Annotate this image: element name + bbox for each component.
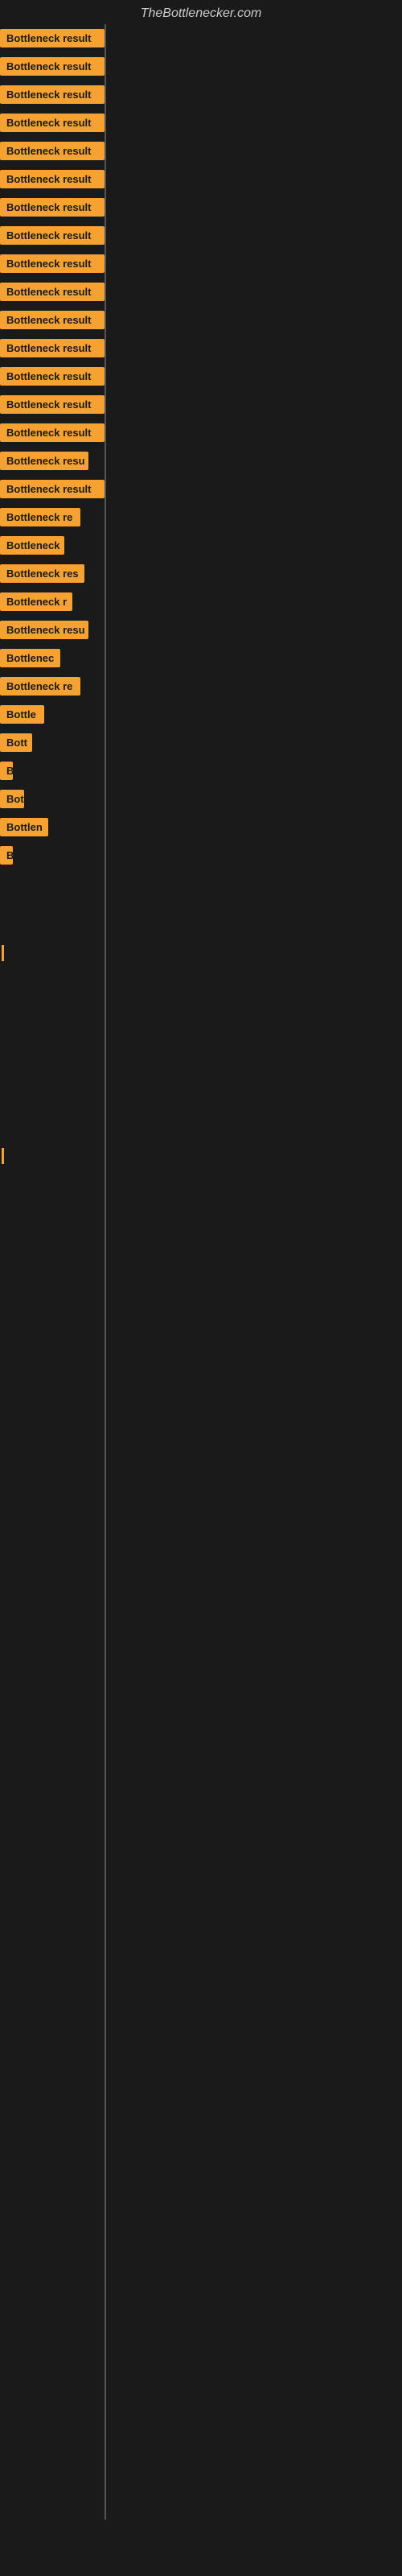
bottleneck-result-label: Bottleneck result (0, 170, 105, 188)
list-item: Bott (0, 729, 402, 757)
bottleneck-result-label: Bottleneck result (0, 29, 105, 47)
list-item: Bot (0, 785, 402, 813)
list-item: Bottleneck re (0, 672, 402, 700)
bottleneck-result-label: Bottleneck result (0, 226, 105, 245)
bottleneck-result-label: Bottleneck result (0, 198, 105, 217)
bottleneck-result-label: Bottleneck re (0, 508, 80, 526)
list-item (0, 966, 402, 1001)
bottleneck-result-label: Bottleneck resu (0, 621, 88, 639)
bottleneck-result-label: Bot (0, 790, 24, 808)
list-item: Bottleneck result (0, 52, 402, 80)
marker-line (2, 1148, 4, 1164)
list-item: Bottleneck (0, 531, 402, 559)
list-item: Bottleneck resu (0, 616, 402, 644)
list-item (0, 1108, 402, 1143)
list-item: Bottleneck re (0, 503, 402, 531)
list-item: Bottleneck result (0, 221, 402, 250)
list-item: B (0, 841, 402, 869)
list-item: Bottleneck result (0, 334, 402, 362)
list-item: Bottleneck result (0, 390, 402, 419)
list-item: Bottleneck result (0, 306, 402, 334)
bottleneck-result-label: Bottleneck result (0, 57, 105, 76)
list-item (0, 1072, 402, 1108)
list-item: Bottle (0, 700, 402, 729)
list-item: Bottleneck r (0, 588, 402, 616)
marker-line (2, 945, 4, 961)
list-item (0, 869, 402, 905)
bottleneck-result-label: B (0, 846, 13, 865)
bottleneck-result-label: Bottleneck result (0, 423, 105, 442)
list-item: Bottleneck result (0, 165, 402, 193)
list-item: Bottleneck result (0, 278, 402, 306)
bottleneck-result-label: Bottleneck result (0, 480, 105, 498)
bottleneck-result-label: Bottleneck res (0, 564, 84, 583)
list-item: Bottleneck result (0, 250, 402, 278)
bottleneck-result-label: Bottleneck resu (0, 452, 88, 470)
list-item: B (0, 757, 402, 785)
bottleneck-result-label: Bottleneck result (0, 85, 105, 104)
list-item: Bottleneck result (0, 80, 402, 109)
list-item: Bottlenec (0, 644, 402, 672)
list-item (0, 1143, 402, 1169)
bottleneck-result-label: Bottleneck re (0, 677, 80, 696)
list-item: Bottleneck result (0, 419, 402, 447)
bottleneck-result-label: Bottleneck result (0, 339, 105, 357)
list-item: Bottleneck result (0, 362, 402, 390)
list-item: Bottleneck result (0, 475, 402, 503)
bottleneck-result-label: Bottleneck (0, 536, 64, 555)
list-item: Bottleneck resu (0, 447, 402, 475)
bottleneck-result-label: Bottleneck result (0, 142, 105, 160)
bottleneck-result-label: Bottlen (0, 818, 48, 836)
bottleneck-result-label: B (0, 762, 13, 780)
bottleneck-result-label: Bottleneck r (0, 592, 72, 611)
bars-container: Bottleneck result Bottleneck result Bottle… (0, 24, 402, 1169)
list-item: Bottleneck result (0, 137, 402, 165)
list-item: Bottleneck res (0, 559, 402, 588)
bottleneck-result-label: Bottleneck result (0, 114, 105, 132)
list-item: Bottleneck result (0, 24, 402, 52)
bottleneck-result-label: Bottleneck result (0, 283, 105, 301)
list-item (0, 940, 402, 966)
bottleneck-result-label: Bottleneck result (0, 254, 105, 273)
bottleneck-result-label: Bottle (0, 705, 44, 724)
list-item (0, 1001, 402, 1037)
bottleneck-result-label: Bottleneck result (0, 367, 105, 386)
list-item: Bottleneck result (0, 193, 402, 221)
bottleneck-result-label: Bottlenec (0, 649, 60, 667)
bottleneck-result-label: Bott (0, 733, 32, 752)
list-item: Bottleneck result (0, 109, 402, 137)
bottleneck-result-label: Bottleneck result (0, 311, 105, 329)
list-item: Bottlen (0, 813, 402, 841)
vertical-line (105, 24, 106, 2520)
list-item (0, 1037, 402, 1072)
site-title: TheBottlenecker.com (0, 0, 402, 24)
bottleneck-result-label: Bottleneck result (0, 395, 105, 414)
list-item (0, 905, 402, 940)
